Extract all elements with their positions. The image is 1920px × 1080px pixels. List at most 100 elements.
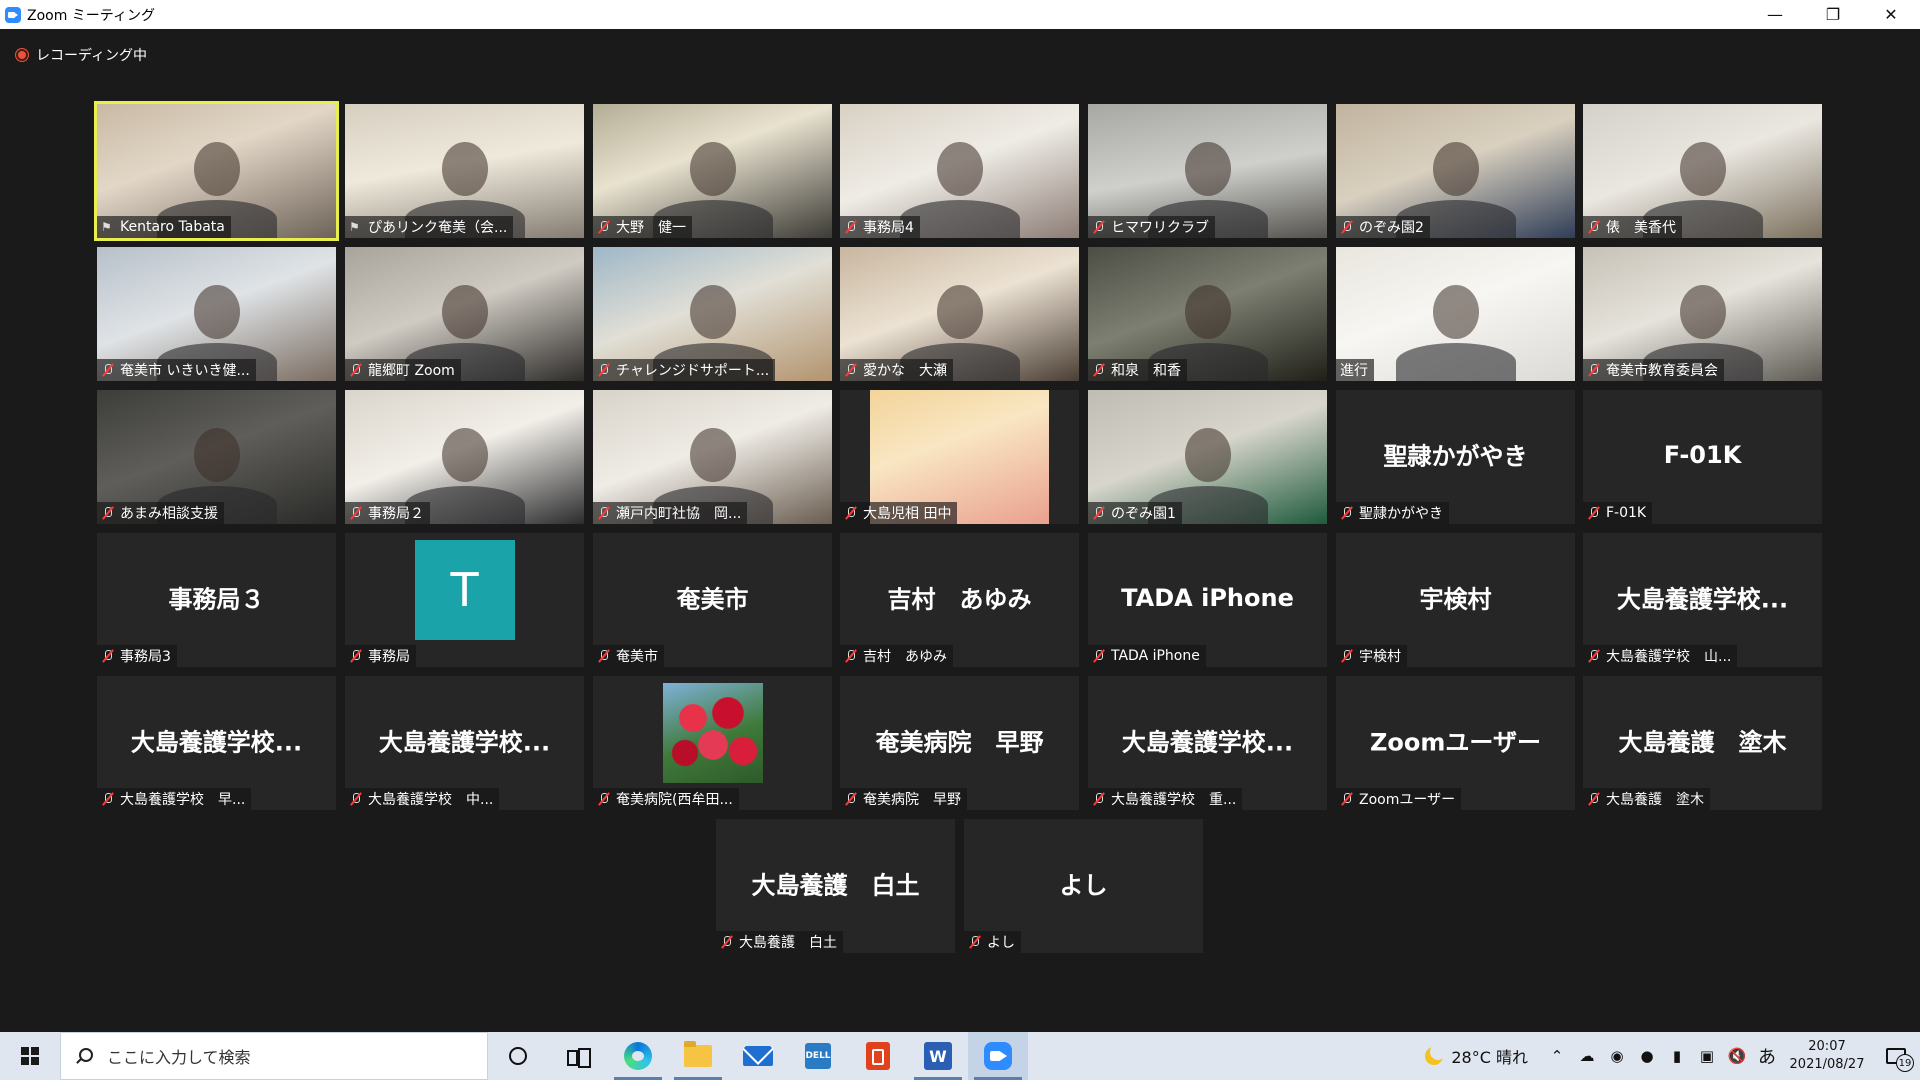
participant-name: のぞみ園1 bbox=[1111, 506, 1176, 522]
participant-tile[interactable]: 奄美市教育委員会 bbox=[1583, 247, 1822, 381]
participant-tile[interactable]: 奄美病院(西牟田... bbox=[593, 676, 832, 810]
mic-muted-icon bbox=[101, 792, 115, 806]
participant-tile[interactable]: ヒマワリクラブ bbox=[1088, 104, 1327, 238]
participant-tile[interactable]: ⚑ ぴあリンク奄美（会... bbox=[345, 104, 584, 238]
participant-tile[interactable]: 大島養護学校... 大島養護学校 重... bbox=[1088, 676, 1327, 810]
search-icon bbox=[75, 1047, 93, 1065]
pin-icon: ⚑ bbox=[349, 220, 360, 234]
participant-name: 吉村 あゆみ bbox=[863, 649, 947, 665]
participant-tile[interactable]: のぞみ園1 bbox=[1088, 390, 1327, 524]
participant-name: 事務局２ bbox=[368, 506, 424, 522]
restore-button[interactable]: ❐ bbox=[1804, 0, 1862, 29]
participant-name-bar: のぞみ園2 bbox=[1336, 216, 1430, 238]
participant-tile[interactable]: 大島養護学校... 大島養護学校 山... bbox=[1583, 533, 1822, 667]
participant-tile[interactable]: 事務局３ 事務局3 bbox=[97, 533, 336, 667]
participant-name-bar: 大島養護 白土 bbox=[716, 931, 843, 953]
participant-name: 奄美病院(西牟田... bbox=[616, 792, 733, 808]
participant-tile[interactable]: 事務局２ bbox=[345, 390, 584, 524]
taskbar-dell[interactable]: DELL bbox=[788, 1032, 848, 1080]
dell-icon: DELL bbox=[805, 1043, 831, 1069]
participant-name: 奄美病院 早野 bbox=[863, 792, 961, 808]
participant-display-name: 大島養護学校... bbox=[378, 728, 551, 757]
participant-tile[interactable]: 愛かな 大瀬 bbox=[840, 247, 1079, 381]
participant-name-bar: F-01K bbox=[1583, 502, 1653, 524]
participant-tile[interactable]: 大島児相 田中 bbox=[840, 390, 1079, 524]
close-button[interactable]: ✕ bbox=[1862, 0, 1920, 29]
participant-display-name: 吉村 あゆみ bbox=[887, 585, 1032, 614]
participant-display-name: 事務局３ bbox=[168, 585, 265, 614]
word-icon: W bbox=[924, 1042, 952, 1070]
participant-tile[interactable]: Zoomユーザー Zoomユーザー bbox=[1336, 676, 1575, 810]
participant-tile[interactable]: TADA iPhone TADA iPhone bbox=[1088, 533, 1327, 667]
task-view-button[interactable] bbox=[548, 1032, 608, 1080]
speaker-muted-icon[interactable]: 🔇 bbox=[1722, 1032, 1752, 1080]
participant-tile[interactable]: 進行 bbox=[1336, 247, 1575, 381]
chevron-up-icon[interactable]: ⌃ bbox=[1542, 1032, 1572, 1080]
participant-name: 事務局3 bbox=[120, 649, 171, 665]
cortana-button[interactable] bbox=[488, 1032, 548, 1080]
participant-name: Zoomユーザー bbox=[1359, 792, 1456, 808]
recording-indicator[interactable]: レコーディング中 bbox=[16, 45, 147, 65]
participant-tile[interactable]: 大島養護 白土 大島養護 白土 bbox=[716, 819, 955, 953]
participant-name: F-01K bbox=[1606, 505, 1647, 521]
start-button[interactable] bbox=[0, 1032, 60, 1080]
participant-tile[interactable]: 大野 健一 bbox=[593, 104, 832, 238]
participant-tile[interactable]: 俵 美香代 bbox=[1583, 104, 1822, 238]
participant-tile[interactable]: F-01K F-01K bbox=[1583, 390, 1822, 524]
participant-tile[interactable]: チャレンジドサポート... bbox=[593, 247, 832, 381]
participant-tile[interactable]: 奄美市 奄美市 bbox=[593, 533, 832, 667]
participant-name: 大野 健一 bbox=[616, 220, 686, 236]
participant-name: 進行 bbox=[1340, 363, 1368, 379]
participant-tile[interactable]: 瀬戸内町社協 岡... bbox=[593, 390, 832, 524]
taskbar-edge[interactable] bbox=[608, 1032, 668, 1080]
taskbar-word[interactable]: W bbox=[908, 1032, 968, 1080]
participant-tile[interactable]: 吉村 あゆみ 吉村 あゆみ bbox=[840, 533, 1079, 667]
participant-tile[interactable]: 和泉 和香 bbox=[1088, 247, 1327, 381]
participant-name: 奄美市 いきいき健... bbox=[120, 363, 250, 379]
participant-name-bar: ⚑ Kentaro Tabata bbox=[97, 216, 231, 238]
ime-indicator[interactable]: あ bbox=[1752, 1043, 1782, 1069]
participant-tile[interactable]: ⚑ Kentaro Tabata bbox=[94, 101, 339, 241]
participant-tile[interactable]: 宇検村 宇検村 bbox=[1336, 533, 1575, 667]
taskbar-clock[interactable]: 20:07 2021/08/27 bbox=[1782, 1038, 1872, 1074]
participant-name-bar: 俵 美香代 bbox=[1583, 216, 1682, 238]
camera-icon[interactable]: ◉ bbox=[1602, 1032, 1632, 1080]
participant-tile[interactable]: 事務局4 bbox=[840, 104, 1079, 238]
participant-name: Kentaro Tabata bbox=[120, 219, 225, 235]
clock-date: 2021/08/27 bbox=[1789, 1057, 1865, 1072]
participant-name: 奄美市教育委員会 bbox=[1606, 363, 1718, 379]
taskbar-office[interactable] bbox=[848, 1032, 908, 1080]
battery-icon[interactable]: ▮ bbox=[1662, 1032, 1692, 1080]
participant-name-bar: 進行 bbox=[1336, 359, 1374, 381]
participant-tile[interactable]: 奄美市 いきいき健... bbox=[97, 247, 336, 381]
microphone-icon[interactable]: ● bbox=[1632, 1032, 1662, 1080]
taskbar-mail[interactable] bbox=[728, 1032, 788, 1080]
participant-tile[interactable]: 龍郷町 Zoom bbox=[345, 247, 584, 381]
participant-tile[interactable]: のぞみ園2 bbox=[1336, 104, 1575, 238]
participant-name: チャレンジドサポート... bbox=[616, 363, 770, 379]
taskbar-zoom[interactable] bbox=[968, 1032, 1028, 1080]
participant-tile[interactable]: 聖隷かがやき 聖隷かがやき bbox=[1336, 390, 1575, 524]
participant-name-bar: 大島養護学校 中... bbox=[345, 788, 500, 810]
participant-tile[interactable]: 奄美病院 早野 奄美病院 早野 bbox=[840, 676, 1079, 810]
participant-tile[interactable]: よし よし bbox=[964, 819, 1203, 953]
action-center-button[interactable]: 19 bbox=[1872, 1032, 1920, 1080]
participant-tile[interactable]: 大島養護学校... 大島養護学校 中... bbox=[345, 676, 584, 810]
mic-muted-icon bbox=[101, 649, 115, 663]
participant-tile[interactable]: 大島養護 塗木 大島養護 塗木 bbox=[1583, 676, 1822, 810]
taskbar-explorer[interactable] bbox=[668, 1032, 728, 1080]
participant-name-bar: 奄美病院(西牟田... bbox=[593, 788, 739, 810]
minimize-button[interactable]: — bbox=[1746, 0, 1804, 29]
weather-widget[interactable]: 28°C 晴れ bbox=[1425, 1044, 1528, 1068]
network-icon[interactable]: ▣ bbox=[1692, 1032, 1722, 1080]
participant-tile[interactable]: 大島養護学校... 大島養護学校 早... bbox=[97, 676, 336, 810]
cloud-icon[interactable]: ☁ bbox=[1572, 1032, 1602, 1080]
participant-tile[interactable]: T 事務局 bbox=[345, 533, 584, 667]
participant-name: 龍郷町 Zoom bbox=[368, 363, 455, 379]
windows-taskbar: ここに入力して検索 DELL W 28°C 晴れ ⌃ ☁ ◉ ● ▮ ▣ 🔇 あ… bbox=[0, 1032, 1920, 1080]
participant-tile[interactable]: あまみ相談支援 bbox=[97, 390, 336, 524]
mic-muted-icon bbox=[1340, 506, 1354, 520]
mic-muted-icon bbox=[597, 506, 611, 520]
taskbar-search[interactable]: ここに入力して検索 bbox=[60, 1032, 488, 1080]
participant-name-bar: 奄美病院 早野 bbox=[840, 788, 967, 810]
